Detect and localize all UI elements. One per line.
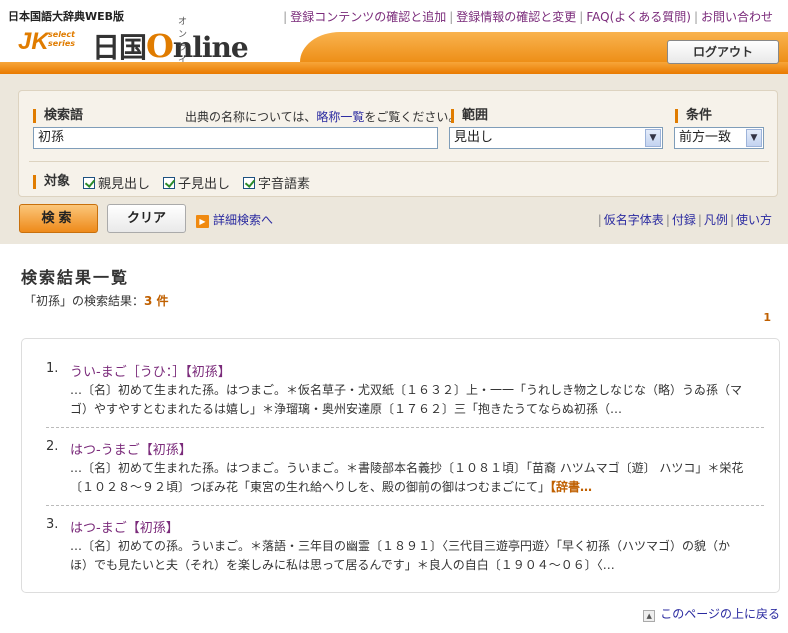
keyword-label: 検索語: [33, 109, 83, 123]
logo-series: select series: [48, 30, 76, 48]
link-contact[interactable]: お問い合わせ: [698, 10, 776, 24]
entry-number: 2.: [46, 439, 59, 454]
advanced-search-link[interactable]: ▶ 詳細検索へ: [196, 211, 273, 228]
form-divider: [29, 161, 769, 162]
condition-value: 前方一致: [679, 130, 732, 145]
entry-headword-link[interactable]: うい‐まご［うひ：］【初孫】: [70, 361, 231, 380]
back-to-top-link[interactable]: ▲ このページの上に戻る: [643, 605, 780, 622]
results-list: 1. うい‐まご［うひ：］【初孫】 …〔名〕初めて生まれた孫。はつまご。＊仮名草…: [21, 338, 780, 593]
entry-number: 1.: [46, 361, 59, 376]
logout-button[interactable]: ログアウト: [667, 40, 779, 64]
header-links: | 登録コンテンツの確認と追加 | 登録情報の確認と変更 | FAQ(よくある質問) | お問…: [283, 8, 776, 25]
page-number[interactable]: 1: [763, 311, 771, 324]
arrow-right-icon: ▶: [196, 215, 209, 228]
keyword-input[interactable]: 初孫: [33, 127, 438, 149]
target-label: 対象: [33, 175, 70, 189]
help-links: | 仮名字体表 | 付録 | 凡例 | 使い方: [597, 213, 774, 227]
link-account[interactable]: 登録情報の確認と変更: [453, 10, 579, 24]
link-faq[interactable]: FAQ(よくある質問): [583, 10, 694, 24]
condition-label: 条件: [675, 109, 712, 123]
entry-divider: [46, 427, 764, 428]
chevron-down-icon: ▼: [645, 129, 661, 147]
results-summary: 「初孫」の検索結果：3 件: [24, 294, 169, 308]
entry-headword-link[interactable]: はつ‐うまご【初孫】: [70, 439, 192, 458]
checkbox-parent-entry[interactable]: 親見出し: [83, 173, 150, 192]
checkbox-checked-icon: [243, 177, 255, 189]
checkbox-kanji-element[interactable]: 字音語素: [243, 173, 310, 192]
results-title: 検索結果一覧: [21, 268, 130, 287]
checkbox-checked-icon: [83, 177, 95, 189]
checkbox-child-entry[interactable]: 子見出し: [163, 173, 230, 192]
condition-select[interactable]: 前方一致 ▼: [674, 127, 764, 149]
entry-number: 3.: [46, 517, 59, 532]
range-value: 見出し: [454, 130, 494, 145]
arrow-up-icon: ▲: [643, 610, 656, 622]
checkbox-checked-icon: [163, 177, 175, 189]
entry-snippet: …〔名〕初めて生まれた孫。はつまご。＊仮名草子・尤双紙〔１６３２〕上・一一「うれ…: [70, 383, 743, 416]
entry-divider: [46, 505, 764, 506]
range-label: 範囲: [451, 109, 488, 123]
search-form: 検索語 出典の名称については、略称一覧をご覧ください。 初孫 範囲 見出し ▼ …: [18, 90, 778, 197]
abbrev-list-link[interactable]: 略称一覧: [316, 110, 364, 124]
entry-snippet: …〔名〕初めての孫。ういまご。＊落語・三年目の幽霊〔１８９１〕〈三代目三遊亭円遊…: [70, 539, 731, 572]
link-kana-table[interactable]: 仮名字体表: [602, 213, 666, 227]
search-button[interactable]: 検索: [19, 204, 98, 233]
logo-jk: JK: [18, 28, 49, 55]
dictionary-link[interactable]: 【辞書…: [550, 480, 592, 494]
range-select[interactable]: 見出し ▼: [449, 127, 663, 149]
abbrev-note: 出典の名称については、略称一覧をご覧ください。: [185, 110, 461, 124]
clear-button[interactable]: クリア: [107, 204, 186, 233]
logo-name: 日国Online: [92, 27, 249, 65]
entry-headword-link[interactable]: はつ‐まご【初孫】: [70, 517, 179, 536]
chevron-down-icon: ▼: [746, 129, 762, 147]
entry-snippet: …〔名〕初めて生まれた孫。はつまご。ういまご。＊書陵部本名義抄〔１０８１頃〕「苗…: [70, 461, 744, 494]
link-howto[interactable]: 使い方: [734, 213, 774, 227]
results-count: 3 件: [144, 294, 169, 308]
link-legend[interactable]: 凡例: [702, 213, 730, 227]
link-appendix[interactable]: 付録: [670, 213, 698, 227]
link-contents[interactable]: 登録コンテンツの確認と追加: [287, 10, 449, 24]
site-subtitle: 日本国語大辞典WEB版: [8, 10, 125, 23]
